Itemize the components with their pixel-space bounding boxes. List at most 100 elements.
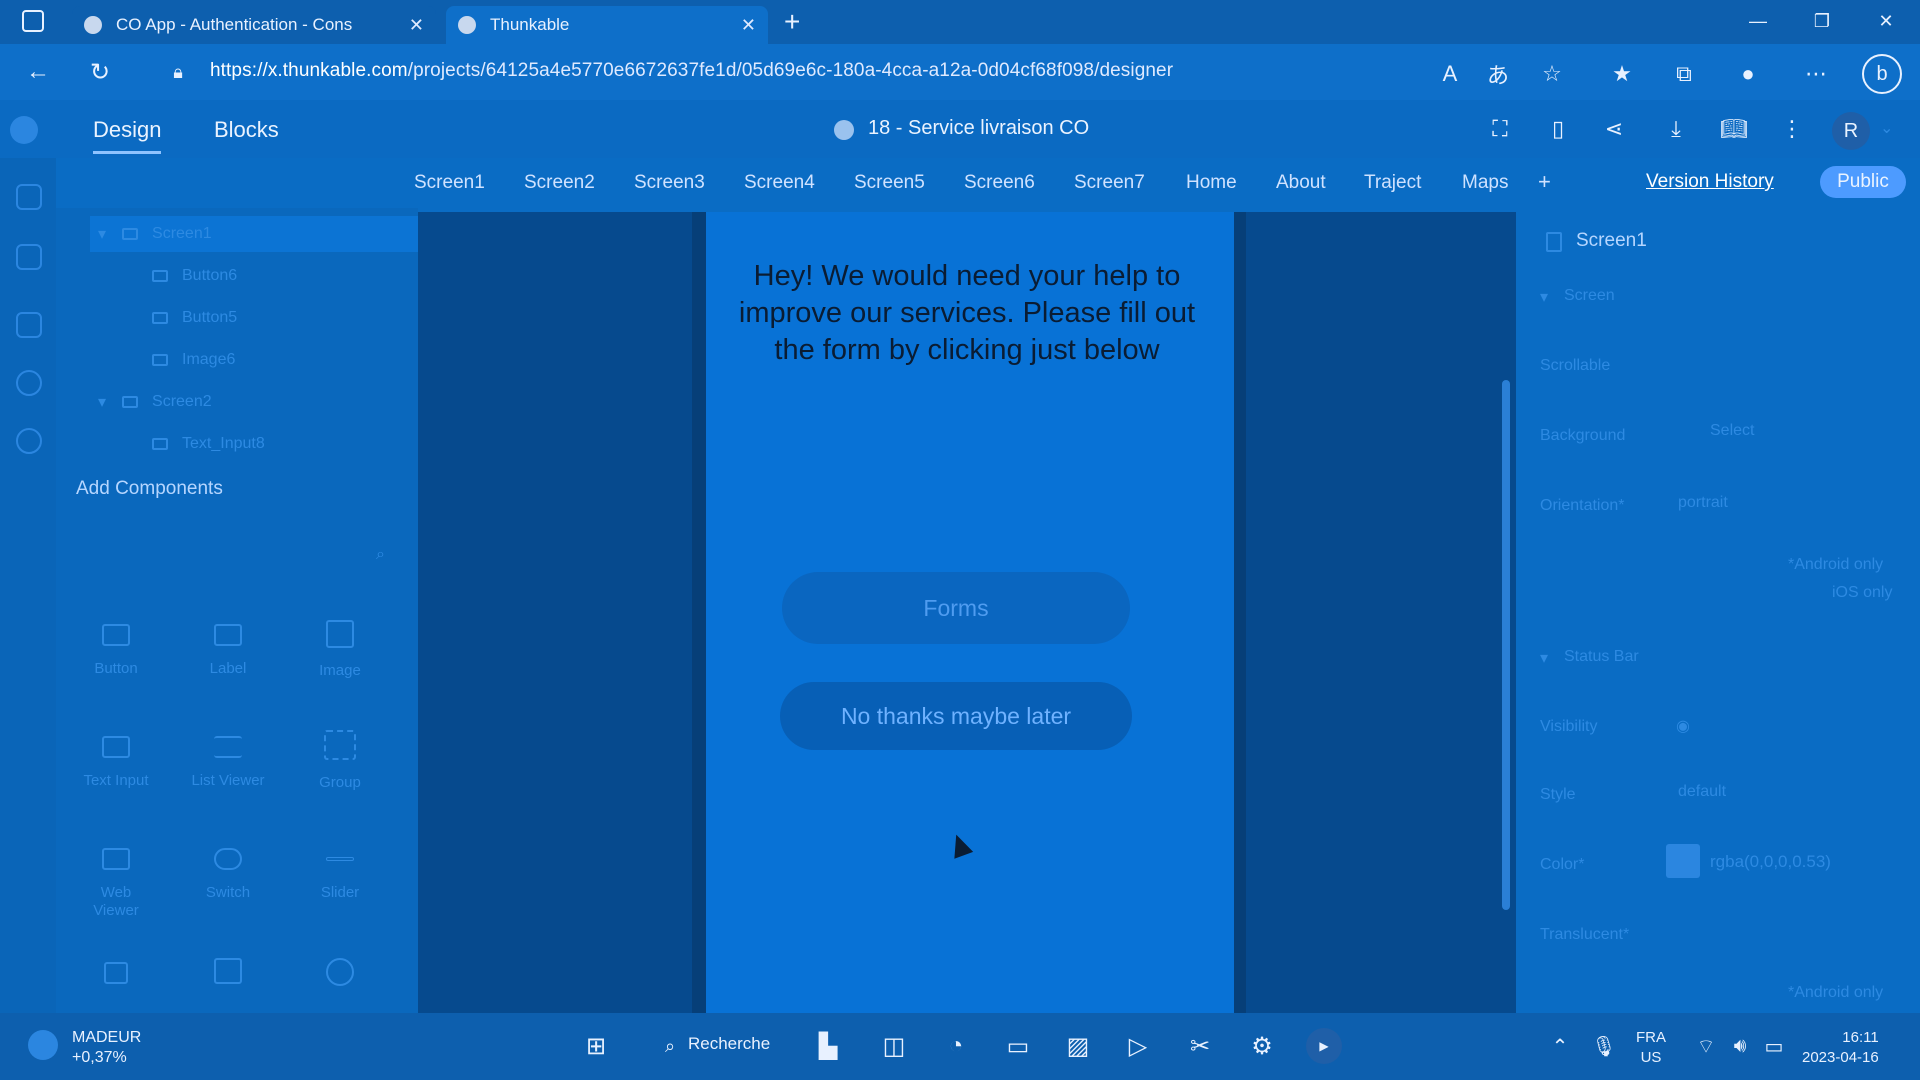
minimize-icon[interactable]: — bbox=[1738, 6, 1778, 36]
tree-item-button5[interactable]: Button5 bbox=[152, 303, 237, 333]
download-icon[interactable]: ⤓ bbox=[1660, 113, 1692, 145]
data-icon[interactable] bbox=[16, 244, 42, 270]
component-label[interactable]: Label bbox=[178, 624, 278, 677]
background-select[interactable]: Select bbox=[1710, 422, 1754, 440]
profile-icon[interactable]: ● bbox=[1732, 58, 1764, 90]
microphone-icon[interactable]: 🎙︎ bbox=[1584, 1026, 1624, 1066]
docs-icon[interactable]: 📖︎ bbox=[1718, 113, 1750, 145]
edge-icon[interactable]: ◔ bbox=[936, 1026, 976, 1066]
tab-screen7[interactable]: Screen7 bbox=[1074, 172, 1145, 194]
window-close-icon[interactable]: ✕ bbox=[1866, 6, 1906, 36]
tab-traject[interactable]: Traject bbox=[1364, 172, 1421, 194]
clock[interactable]: 16:11 2023-04-16 bbox=[1802, 1028, 1879, 1068]
component-slider[interactable]: Slider bbox=[290, 848, 390, 901]
translate-icon[interactable]: あ bbox=[1482, 58, 1514, 90]
public-toggle[interactable]: Public bbox=[1820, 166, 1906, 198]
weather-icon[interactable] bbox=[28, 1030, 58, 1060]
zoom-icon[interactable]: ▶ bbox=[1306, 1028, 1342, 1064]
settings-icon[interactable] bbox=[16, 370, 42, 396]
style-select[interactable]: default bbox=[1678, 783, 1726, 801]
chrome-component-icon[interactable] bbox=[326, 958, 354, 986]
lock-icon[interactable]: 🔒︎ bbox=[160, 54, 196, 90]
tab-screen1[interactable]: Screen1 bbox=[414, 172, 485, 194]
fullscreen-icon[interactable]: ⛶ bbox=[1484, 113, 1516, 145]
tab-blocks[interactable]: Blocks bbox=[214, 117, 279, 143]
expand-icon[interactable]: ▾ bbox=[98, 224, 106, 244]
expand-icon[interactable]: ▾ bbox=[98, 392, 106, 412]
tree-item-screen2[interactable]: ▾ Screen2 bbox=[98, 387, 212, 417]
share-icon[interactable]: ⋖ bbox=[1598, 113, 1630, 145]
tab-close-icon[interactable]: ✕ bbox=[409, 15, 424, 36]
settings-icon[interactable]: ⚙ bbox=[1242, 1026, 1282, 1066]
snipping-tool-icon[interactable]: ✂ bbox=[1180, 1026, 1220, 1066]
bing-icon[interactable]: b bbox=[1862, 54, 1902, 94]
component-web-viewer[interactable]: Web Viewer bbox=[66, 848, 166, 920]
tab-screen4[interactable]: Screen4 bbox=[744, 172, 815, 194]
assets-icon[interactable] bbox=[16, 312, 42, 338]
tab-maps[interactable]: Maps bbox=[1462, 172, 1508, 194]
device-preview-icon[interactable]: ▯ bbox=[1542, 113, 1574, 145]
tab-screen3[interactable]: Screen3 bbox=[634, 172, 705, 194]
tab-screen6[interactable]: Screen6 bbox=[964, 172, 1035, 194]
chevron-down-icon[interactable]: ⌄ bbox=[1880, 118, 1893, 138]
color-swatch[interactable] bbox=[1666, 844, 1700, 878]
tree-item-text-input8[interactable]: Text_Input8 bbox=[152, 429, 265, 459]
component-text-input[interactable]: Text Input bbox=[66, 736, 166, 789]
tree-item-screen1[interactable]: ▾ Screen1 bbox=[98, 219, 212, 249]
file-explorer-icon[interactable]: ▭ bbox=[998, 1026, 1038, 1066]
stock-widget[interactable]: MADEUR +0,37% bbox=[72, 1028, 141, 1068]
checkbox-component-icon[interactable] bbox=[104, 962, 128, 984]
start-icon[interactable]: ⊞ bbox=[576, 1026, 616, 1066]
forms-button[interactable]: Forms bbox=[782, 572, 1130, 644]
favorites-list-icon[interactable]: ★ bbox=[1606, 58, 1638, 90]
screens-icon[interactable] bbox=[16, 184, 42, 210]
tab-about[interactable]: About bbox=[1276, 172, 1326, 194]
tray-chevron-up-icon[interactable]: ⌃ bbox=[1540, 1026, 1580, 1066]
tab-design[interactable]: Design bbox=[93, 117, 162, 154]
tree-item-image6[interactable]: Image6 bbox=[152, 345, 235, 375]
favorite-icon[interactable]: ☆ bbox=[1536, 58, 1568, 90]
restore-icon[interactable]: ❐ bbox=[1802, 6, 1842, 36]
photo-component-icon[interactable] bbox=[214, 958, 242, 984]
tree-item-button6[interactable]: Button6 bbox=[152, 261, 237, 291]
component-switch[interactable]: Switch bbox=[178, 848, 278, 901]
kebab-menu-icon[interactable]: ⋮ bbox=[1776, 113, 1808, 145]
component-group[interactable]: Group bbox=[290, 730, 390, 791]
read-aloud-icon[interactable]: A bbox=[1434, 58, 1466, 90]
media-player-icon[interactable]: ▷ bbox=[1118, 1026, 1158, 1066]
color-value[interactable]: rgba(0,0,0,0.53) bbox=[1710, 852, 1831, 872]
taskbar-search[interactable]: Recherche bbox=[688, 1034, 770, 1054]
version-history-link[interactable]: Version History bbox=[1646, 171, 1774, 193]
url-field[interactable]: https://x.thunkable.com/projects/64125a4… bbox=[210, 60, 1173, 82]
collapse-icon[interactable]: ▾ bbox=[1540, 287, 1548, 307]
photos-icon[interactable]: ▨ bbox=[1058, 1026, 1098, 1066]
help-icon[interactable] bbox=[16, 428, 42, 454]
avatar[interactable]: R bbox=[1832, 112, 1870, 150]
battery-icon[interactable]: ▭ bbox=[1754, 1026, 1794, 1066]
component-image[interactable]: Image bbox=[290, 620, 390, 679]
tab-home[interactable]: Home bbox=[1186, 172, 1237, 194]
tab-close-icon[interactable]: ✕ bbox=[741, 15, 756, 36]
component-button[interactable]: Button bbox=[66, 624, 166, 677]
reload-icon[interactable]: ↻ bbox=[82, 54, 118, 90]
more-options-icon[interactable]: ⋯ bbox=[1800, 58, 1832, 90]
sidebar-toggle-icon[interactable] bbox=[22, 10, 44, 32]
orientation-select[interactable]: portrait bbox=[1678, 494, 1728, 512]
tab-screen5[interactable]: Screen5 bbox=[854, 172, 925, 194]
search-icon[interactable]: ⌕ bbox=[660, 1026, 680, 1066]
help-message-label[interactable]: Hey! We would need your help to improve … bbox=[716, 258, 1218, 369]
component-list-viewer[interactable]: List Viewer bbox=[178, 736, 278, 789]
collapse-icon[interactable]: ▾ bbox=[1540, 648, 1548, 668]
search-icon[interactable]: ⌕ bbox=[376, 546, 385, 564]
collections-icon[interactable]: ⧉ bbox=[1668, 58, 1700, 90]
new-tab-button[interactable]: + bbox=[784, 6, 800, 38]
no-thanks-button[interactable]: No thanks maybe later bbox=[780, 682, 1132, 750]
tab-thunkable[interactable]: Thunkable ✕ bbox=[446, 6, 768, 44]
add-screen-button[interactable]: + bbox=[1538, 169, 1551, 195]
tab-co-app[interactable]: CO App - Authentication - Cons ✕ bbox=[72, 6, 436, 44]
back-arrow-icon[interactable]: ← bbox=[20, 54, 56, 90]
tab-screen2[interactable]: Screen2 bbox=[524, 172, 595, 194]
eye-icon[interactable]: ◉ bbox=[1676, 716, 1690, 736]
language-indicator[interactable]: FRA US bbox=[1636, 1028, 1666, 1068]
canvas-scrollbar[interactable] bbox=[1502, 380, 1510, 910]
